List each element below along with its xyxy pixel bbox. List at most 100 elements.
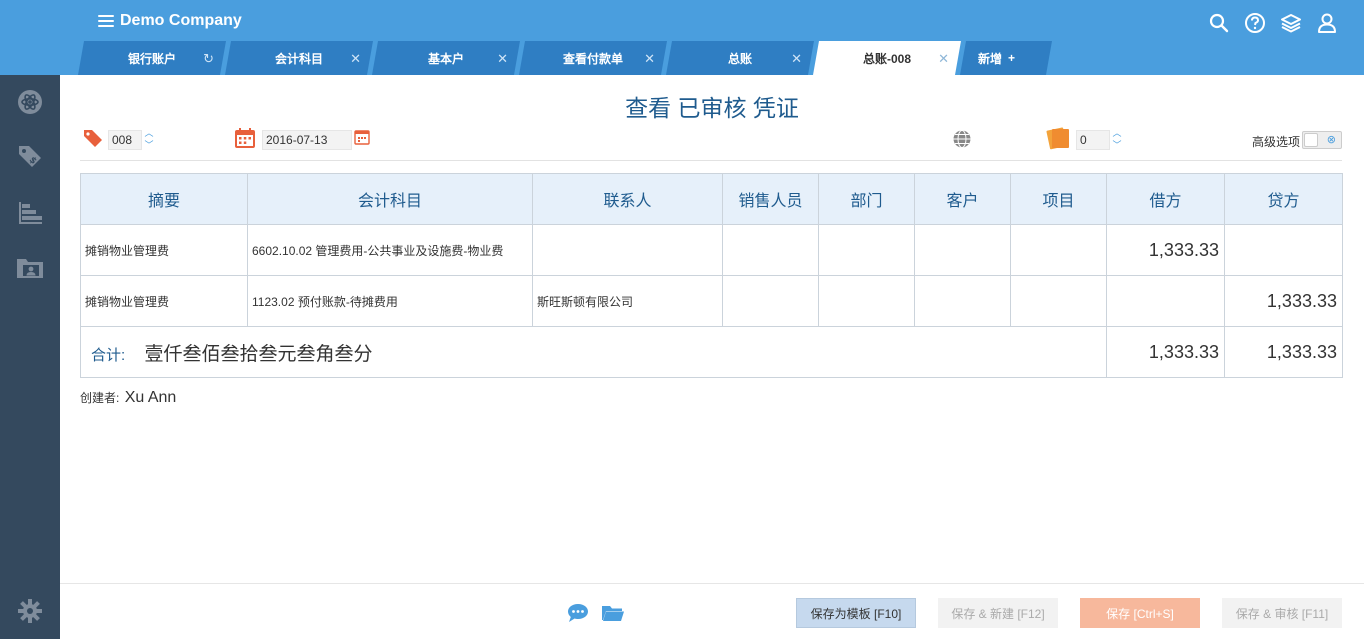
- table-row[interactable]: 摊销物业管理费 1123.02 预付账款-待摊费用 斯旺斯顿有限公司 1,333…: [80, 275, 1343, 327]
- layers-icon[interactable]: [1280, 12, 1302, 34]
- column-header-credit[interactable]: 贷方: [1224, 173, 1343, 225]
- cell-contact[interactable]: 斯旺斯顿有限公司: [532, 275, 723, 327]
- column-header-account[interactable]: 会计科目: [247, 173, 533, 225]
- plus-icon: +: [1008, 51, 1016, 65]
- folder-icon[interactable]: [601, 602, 625, 624]
- search-icon[interactable]: [1208, 12, 1230, 34]
- cell-credit[interactable]: [1224, 224, 1343, 276]
- atom-icon[interactable]: [14, 86, 46, 118]
- tab-label: 银行账户: [127, 51, 176, 66]
- tab-chart-of-accounts[interactable]: 会计科目 ✕: [225, 41, 373, 75]
- user-icon[interactable]: [1316, 12, 1338, 34]
- column-header-summary[interactable]: 摘要: [80, 173, 248, 225]
- date-input[interactable]: 2016-07-13: [262, 130, 352, 150]
- creator-info: 创建者: Xu Ann: [80, 389, 176, 407]
- advanced-options-label: 高级选项: [1251, 135, 1300, 149]
- total-debit: 1,333.33: [1106, 326, 1225, 378]
- voucher-lines-table: 摘要 会计科目 联系人 销售人员 部门 客户 项目 借方 贷方 摊销物业管理费 …: [80, 173, 1343, 378]
- close-icon[interactable]: ✕: [791, 51, 802, 67]
- cell-contact[interactable]: [532, 224, 723, 276]
- contacts-folder-icon[interactable]: [14, 251, 46, 283]
- cell-account[interactable]: 6602.10.02 管理费用-公共事业及设施费-物业费: [247, 224, 533, 276]
- tab-basic-account[interactable]: 基本户 ✕: [372, 41, 520, 75]
- footer-actions: 保存为模板 [F10] 保存 & 新建 [F12] 保存 [Ctrl+S] 保存…: [60, 583, 1364, 639]
- save-and-new-button[interactable]: 保存 & 新建 [F12]: [938, 598, 1058, 628]
- total-label: 合计:: [91, 346, 126, 364]
- table-row[interactable]: 摊销物业管理费 6602.10.02 管理费用-公共事业及设施费-物业费 1,3…: [80, 224, 1343, 276]
- menu-icon[interactable]: [98, 15, 114, 27]
- cell-customer[interactable]: [914, 275, 1011, 327]
- tab-label: 总账: [727, 51, 752, 66]
- tab-bank-account[interactable]: 银行账户 ↻: [78, 41, 226, 75]
- cell-department[interactable]: [818, 275, 915, 327]
- save-button[interactable]: 保存 [Ctrl+S]: [1080, 598, 1200, 628]
- total-credit: 1,333.33: [1224, 326, 1343, 378]
- cell-credit[interactable]: 1,333.33: [1224, 275, 1343, 327]
- page-title: 查看 已审核 凭证: [625, 95, 799, 121]
- tab-view-payment[interactable]: 查看付款单 ✕: [519, 41, 667, 75]
- settings-icon[interactable]: [14, 595, 46, 627]
- close-icon[interactable]: ✕: [644, 51, 655, 67]
- cell-debit[interactable]: [1106, 275, 1225, 327]
- cell-account[interactable]: 1123.02 预付账款-待摊费用: [247, 275, 533, 327]
- save-as-template-button[interactable]: 保存为模板 [F10]: [796, 598, 916, 628]
- close-icon[interactable]: ✕: [938, 51, 949, 67]
- total-row: 合计: 壹仟叁佰叁拾叁元叁角叁分 1,333.33 1,333.33: [80, 326, 1343, 378]
- comment-icon[interactable]: [566, 602, 590, 624]
- tab-label: 基本户: [427, 51, 464, 66]
- column-header-contact[interactable]: 联系人: [532, 173, 723, 225]
- close-icon[interactable]: ✕: [497, 51, 508, 67]
- cell-summary[interactable]: 摊销物业管理费: [80, 224, 248, 276]
- attachment-icon: [1046, 125, 1072, 156]
- tag-icon: [82, 127, 104, 154]
- company-name: Demo Company: [120, 12, 242, 29]
- toggle-off-icon: ⊗: [1326, 134, 1336, 146]
- tab-label: 查看付款单: [562, 51, 623, 66]
- creator-label: 创建者:: [80, 391, 120, 405]
- date-picker-icon[interactable]: [354, 129, 370, 150]
- globe-icon[interactable]: [952, 129, 972, 154]
- company-brand[interactable]: Demo Company: [98, 12, 242, 30]
- creator-name: Xu Ann: [124, 389, 177, 406]
- cell-project[interactable]: [1010, 224, 1107, 276]
- sidebar: $: [0, 75, 60, 639]
- toggle-knob: [1304, 133, 1318, 147]
- column-header-salesperson[interactable]: 销售人员: [722, 173, 819, 225]
- top-bar: Demo Company 银行账户 ↻ 会计科目 ✕ 基本户 ✕ 查看付款单 ✕…: [0, 0, 1364, 75]
- refresh-icon[interactable]: ↻: [203, 51, 214, 67]
- help-icon[interactable]: [1244, 12, 1266, 34]
- tab-new[interactable]: 新增 +: [960, 41, 1052, 75]
- tab-label: 新增: [978, 51, 1003, 66]
- column-header-customer[interactable]: 客户: [914, 173, 1011, 225]
- calendar-icon: [234, 127, 256, 154]
- tab-general-ledger[interactable]: 总账 ✕: [666, 41, 814, 75]
- chart-icon[interactable]: [14, 197, 46, 229]
- cell-customer[interactable]: [914, 224, 1011, 276]
- voucher-number-input[interactable]: 008: [108, 130, 142, 150]
- total-cell: 合计: 壹仟叁佰叁拾叁元叁角叁分: [80, 326, 1107, 378]
- cell-debit[interactable]: 1,333.33: [1106, 224, 1225, 276]
- cell-summary[interactable]: 摊销物业管理费: [80, 275, 248, 327]
- attachments-count-input[interactable]: 0: [1076, 130, 1110, 150]
- tab-label: 会计科目: [274, 51, 323, 66]
- tags-icon[interactable]: $: [14, 140, 46, 172]
- top-toolbar: [1208, 12, 1338, 34]
- advanced-options-toggle[interactable]: ⊗: [1302, 131, 1342, 149]
- column-header-debit[interactable]: 借方: [1106, 173, 1225, 225]
- cell-department[interactable]: [818, 224, 915, 276]
- total-amount-in-words: 壹仟叁佰叁拾叁元叁角叁分: [144, 343, 373, 365]
- attachments-stepper[interactable]: ︿ ﹀: [1111, 128, 1123, 150]
- voucher-meta-row: 008 ︿ ﹀ 2016-07-13 0 ︿ ﹀ 高级选项 ⊗: [80, 125, 1342, 161]
- table-header-row: 摘要 会计科目 联系人 销售人员 部门 客户 项目 借方 贷方: [80, 173, 1343, 225]
- tab-bar: 银行账户 ↻ 会计科目 ✕ 基本户 ✕ 查看付款单 ✕ 总账 ✕ 总账-008 …: [78, 41, 1051, 75]
- save-and-audit-button[interactable]: 保存 & 审核 [F11]: [1222, 598, 1342, 628]
- column-header-department[interactable]: 部门: [818, 173, 915, 225]
- column-header-project[interactable]: 项目: [1010, 173, 1107, 225]
- close-icon[interactable]: ✕: [350, 51, 361, 67]
- tab-general-ledger-008[interactable]: 总账-008 ✕: [813, 41, 961, 75]
- cell-salesperson[interactable]: [722, 275, 819, 327]
- cell-project[interactable]: [1010, 275, 1107, 327]
- tab-label: 总账-008: [862, 51, 912, 66]
- cell-salesperson[interactable]: [722, 224, 819, 276]
- voucher-number-stepper[interactable]: ︿ ﹀: [143, 128, 155, 150]
